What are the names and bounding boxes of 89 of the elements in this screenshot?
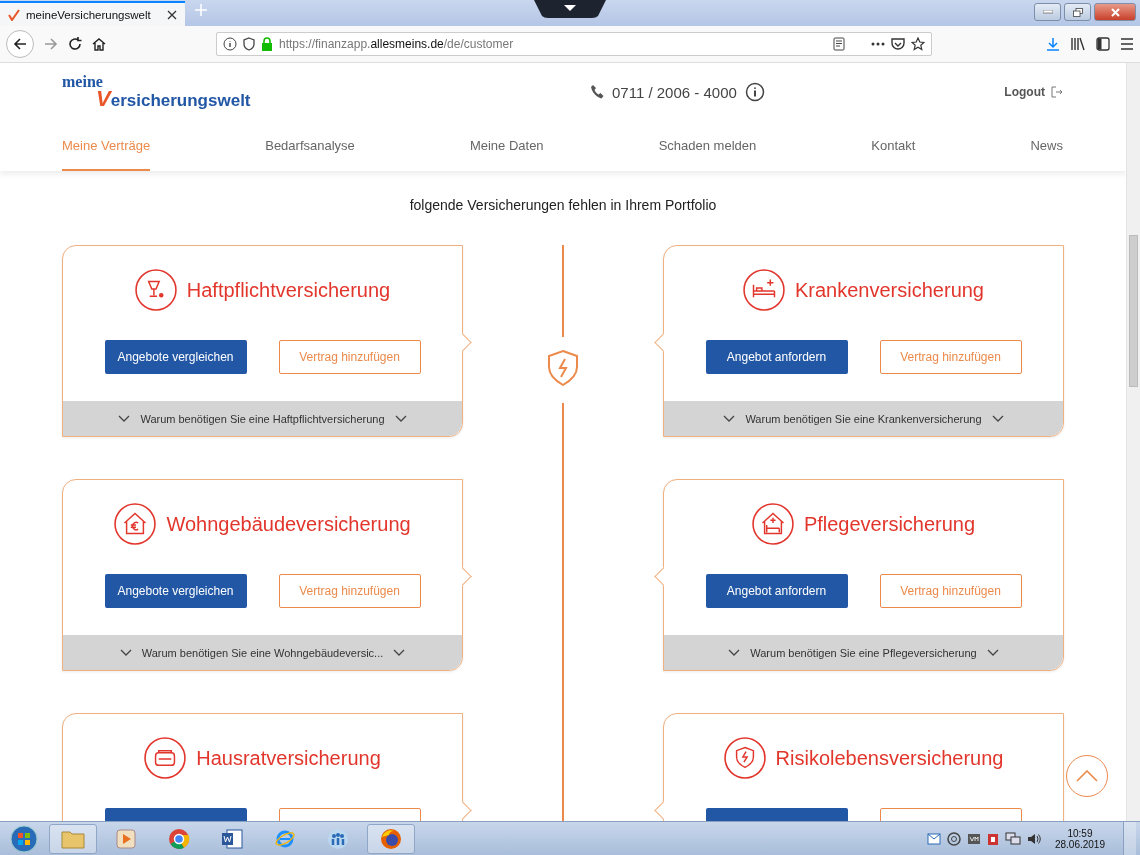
primary-button[interactable]: Angebot anfordern xyxy=(705,340,848,374)
card-title: Risikolebensversicherung xyxy=(775,746,1004,770)
scroll-top-button[interactable] xyxy=(1066,755,1108,797)
chevron-up-icon xyxy=(1076,770,1098,782)
logo[interactable]: meine Versicherungswelt xyxy=(62,74,251,110)
word-icon xyxy=(221,827,243,850)
clock-date: 28.06.2019 xyxy=(1054,838,1105,850)
why-toggle[interactable]: Warum benötigen Sie eine Wohngebäudeversic... xyxy=(63,635,462,670)
tab-title: meineVersicherungswelt xyxy=(26,8,152,21)
menu-icon[interactable] xyxy=(1120,38,1134,50)
why-toggle[interactable]: Warum benötigen Sie eine Krankenversicherung xyxy=(664,401,1063,436)
lock-icon xyxy=(261,37,273,51)
back-button[interactable] xyxy=(6,30,34,58)
mail-icon xyxy=(926,832,941,845)
url-text: https://finanzapp.allesmeins.de/de/customer xyxy=(279,37,515,51)
restore-icon xyxy=(1072,7,1083,17)
primary-button[interactable]: Angebot anfordern xyxy=(705,574,848,608)
card-title: Wohngebäudeversicherung xyxy=(166,512,411,536)
primary-button[interactable]: Angebote vergleichen xyxy=(104,574,247,608)
bed-icon xyxy=(743,269,785,311)
library-icon[interactable] xyxy=(1070,37,1086,51)
why-toggle[interactable]: Warum benötigen Sie eine Haftpflichtversicherung xyxy=(63,401,462,436)
primary-button[interactable]: Angebote vergleichen xyxy=(104,340,247,374)
close-icon xyxy=(1110,7,1120,17)
card-title: Haftpflichtversicherung xyxy=(186,278,391,302)
vm-icon xyxy=(966,832,981,845)
show-desktop-button[interactable] xyxy=(1123,822,1136,855)
clock-time: 10:59 xyxy=(1067,827,1093,839)
forward-arrow-icon[interactable] xyxy=(44,37,58,51)
chevron-down-icon xyxy=(723,414,736,423)
reader-view-icon[interactable] xyxy=(833,37,845,51)
logout-icon xyxy=(1051,86,1063,98)
shield-icon xyxy=(723,737,766,779)
house-euro-icon xyxy=(114,503,157,545)
chevron-down-icon xyxy=(394,414,407,423)
card-title: Hausratversicherung xyxy=(196,746,381,770)
card-title: Krankenversicherung xyxy=(795,278,984,302)
browser-tab[interactable]: meineVersicherungswelt xyxy=(0,1,185,26)
speaker-icon xyxy=(1026,832,1041,845)
logout-link[interactable]: Logout xyxy=(1004,85,1063,99)
address-bar[interactable]: https://finanzapp.allesmeins.de/de/customer xyxy=(216,32,932,56)
shield-lightning-icon xyxy=(546,349,580,387)
dropdown-handle-icon[interactable] xyxy=(534,0,606,18)
security-icon xyxy=(986,831,999,846)
minimize-icon xyxy=(1042,10,1053,14)
people-icon xyxy=(327,827,349,850)
home-icon[interactable] xyxy=(92,37,106,51)
checkmark-logo-icon xyxy=(8,8,20,21)
scrollbar-thumb[interactable] xyxy=(1129,235,1138,387)
chevron-down-icon xyxy=(119,648,132,657)
network-icon xyxy=(1004,831,1021,846)
windows-logo-icon xyxy=(10,824,38,853)
nav-tab[interactable]: Kontakt xyxy=(871,121,916,171)
nav-tab[interactable]: Schaden melden xyxy=(658,121,757,171)
phone-icon xyxy=(590,84,604,100)
chevron-down-icon xyxy=(118,414,131,423)
house-bed-icon xyxy=(751,503,794,545)
media-player-icon xyxy=(116,828,136,849)
chevron-down-icon xyxy=(991,414,1004,423)
download-icon[interactable] xyxy=(1046,37,1060,51)
shield-icon xyxy=(243,37,255,51)
more-dots-icon[interactable] xyxy=(871,42,885,46)
restore-button[interactable] xyxy=(1064,3,1091,21)
close-window-button[interactable] xyxy=(1094,3,1136,21)
chevron-down-icon xyxy=(986,648,999,657)
card-title: Pflegeversicherung xyxy=(803,512,976,536)
close-icon[interactable] xyxy=(167,9,177,20)
phone-number: 0711 / 2006 - 4000 xyxy=(612,83,737,101)
nav-tab[interactable]: Bedarfsanalyse xyxy=(265,121,355,171)
folder-icon xyxy=(61,828,85,849)
taskbar-app[interactable] xyxy=(367,823,415,854)
minimize-button[interactable] xyxy=(1034,3,1061,21)
chevron-down-icon xyxy=(393,648,406,657)
reload-icon[interactable] xyxy=(68,37,82,51)
info-icon[interactable] xyxy=(744,82,765,102)
section-heading: folgende Versicherungen fehlen in Ihrem Portfolio xyxy=(408,197,718,213)
sofa-icon xyxy=(144,737,187,779)
pocket-icon[interactable] xyxy=(891,37,905,51)
scrollbar[interactable] xyxy=(1126,63,1140,821)
why-toggle[interactable]: Warum benötigen Sie eine Pflegeversicherung xyxy=(664,635,1063,670)
back-arrow-icon xyxy=(13,37,27,51)
star-icon[interactable] xyxy=(911,37,925,51)
nav-tab[interactable]: News xyxy=(1030,121,1063,171)
firefox-icon xyxy=(380,827,402,850)
sidebar-icon[interactable] xyxy=(1096,37,1110,51)
chrome-icon xyxy=(168,827,190,850)
chevron-down-icon xyxy=(728,648,741,657)
info-icon xyxy=(223,37,237,51)
nav-tab[interactable]: Meine Daten xyxy=(469,121,544,171)
